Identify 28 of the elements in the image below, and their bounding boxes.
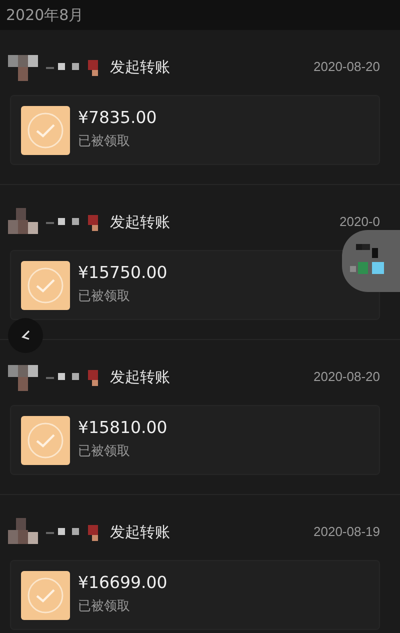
- transfer-date: 2020-08-20: [314, 368, 380, 386]
- pixelated-avatar-icon: [8, 53, 38, 81]
- transfer-card[interactable]: ¥15810.00 已被领取: [10, 405, 380, 475]
- transfer-status: 已被领取: [78, 133, 131, 152]
- pixelated-avatar-icon: [8, 208, 38, 236]
- transfer-title: 发起转账: [110, 522, 170, 543]
- transfer-amount: ¥15750.00: [78, 263, 168, 284]
- transfer-date: 2020-08-19: [314, 523, 380, 542]
- transfer-status: 已被领取: [78, 443, 131, 462]
- back-button[interactable]: [8, 318, 43, 353]
- transfer-card[interactable]: ¥7835.00 已被领取: [10, 95, 380, 165]
- back-icon: [20, 328, 30, 342]
- transfer-amount: ¥16699.00: [78, 573, 168, 594]
- transfer-date: 2020-0: [340, 213, 380, 232]
- transfer-status: 已被领取: [78, 598, 131, 616]
- transfer-title: 发起转账: [110, 212, 170, 233]
- pixelated-avatar-icon: [8, 363, 38, 391]
- transfer-card[interactable]: ¥15750.00 已被领取: [10, 250, 380, 320]
- transfer-status: 已被领取: [78, 288, 131, 306]
- transfer-title: 发起转账: [110, 56, 170, 78]
- month-header: 2020年8月: [0, 0, 400, 30]
- transfer-card[interactable]: ¥16699.00 已被领取: [10, 560, 380, 630]
- transfer-amount: ¥7835.00: [78, 108, 157, 128]
- transfer-title: 发起转账: [110, 366, 170, 388]
- floating-window[interactable]: [342, 230, 400, 292]
- transfer-date: 2020-08-20: [314, 58, 380, 76]
- pixelated-avatar-icon: [8, 518, 38, 546]
- transfer-amount: ¥15810.00: [78, 418, 168, 438]
